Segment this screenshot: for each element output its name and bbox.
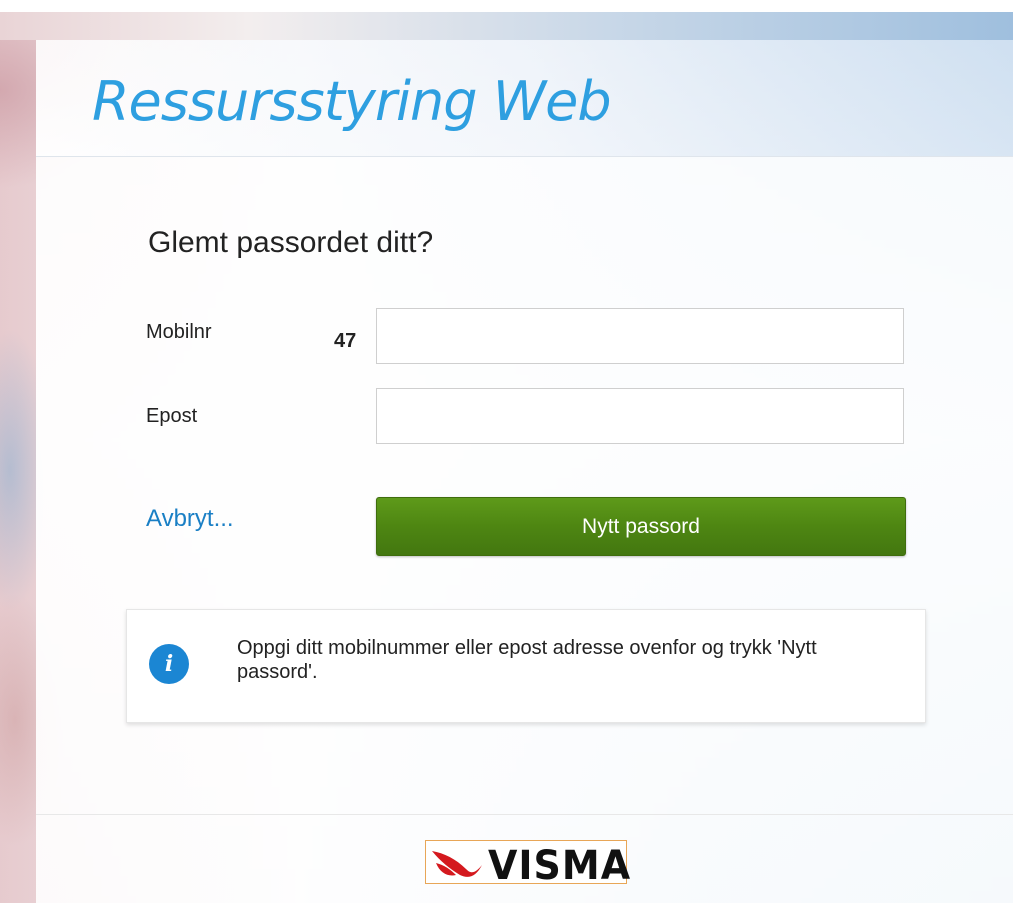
info-message-box: i Oppgi ditt mobilnummer eller epost adr… (126, 609, 926, 723)
visma-logo: VISMA (425, 840, 630, 888)
top-white-strip (0, 0, 1013, 12)
new-password-button[interactable]: Nytt passord (376, 497, 906, 556)
info-icon: i (149, 644, 189, 684)
page-heading: Glemt passordet ditt? (148, 226, 434, 259)
mobile-number-input[interactable] (376, 308, 904, 364)
app-title: Ressursstyring Web (92, 70, 612, 133)
login-card (36, 40, 1013, 903)
footer-divider (36, 814, 1013, 815)
cancel-link[interactable]: Avbryt... (146, 505, 234, 533)
visma-swoosh-icon (432, 851, 482, 877)
visma-logo-text: VISMA (488, 842, 632, 889)
country-code-prefix: 47 (334, 330, 357, 352)
email-label: Epost (146, 405, 198, 427)
info-message-text: Oppgi ditt mobilnummer eller epost adres… (237, 637, 817, 683)
email-input[interactable] (376, 388, 904, 444)
mobile-label: Mobilnr (146, 321, 212, 343)
